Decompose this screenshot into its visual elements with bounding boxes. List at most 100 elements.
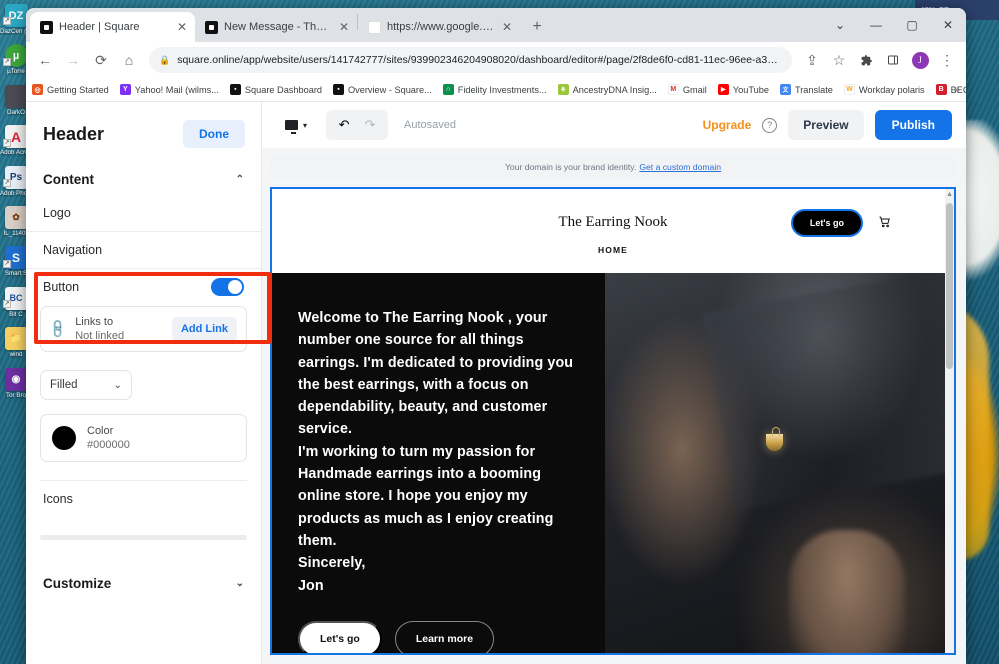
new-tab-button[interactable]: +: [524, 14, 550, 40]
color-picker-card[interactable]: Color #000000: [40, 414, 247, 462]
veil-overlay: [701, 273, 954, 511]
undo-redo-group: ↶ ↷: [326, 110, 389, 140]
shortcut-arrow-icon: ↗: [3, 57, 11, 66]
tab-search-chevron-icon[interactable]: ⌄: [822, 10, 858, 40]
bookmark-item[interactable]: ▪ Overview - Square...: [333, 84, 432, 95]
bookmark-star-icon[interactable]: ☆: [826, 47, 852, 73]
close-tab-icon[interactable]: ✕: [339, 21, 349, 33]
close-window-button[interactable]: ✕: [930, 10, 966, 40]
domain-promo-banner: Your domain is your brand identity. Get …: [270, 156, 956, 178]
hero-primary-button[interactable]: Let's go: [298, 620, 382, 653]
hero-secondary-button[interactable]: Learn more: [394, 620, 495, 653]
panel-scroll-track[interactable]: [40, 535, 247, 540]
becu-icon: B: [935, 84, 947, 95]
content-section-header[interactable]: Content ⌃: [26, 162, 261, 195]
preview-button[interactable]: Preview: [788, 110, 864, 140]
link-card-value: Not linked: [75, 330, 125, 342]
publish-button[interactable]: Publish: [874, 110, 952, 140]
minimize-button[interactable]: —: [858, 10, 894, 40]
browser-tab-active[interactable]: Header | Square ✕: [30, 12, 195, 42]
panel-row-icons[interactable]: Icons: [26, 481, 261, 517]
header-cta-button[interactable]: Let's go: [790, 209, 863, 237]
bookmark-label: YouTube: [732, 84, 769, 95]
bookmark-item[interactable]: W Workday polaris: [843, 84, 925, 95]
customize-section-header[interactable]: Customize ⌄: [26, 566, 261, 599]
hero-image: [605, 273, 954, 653]
bookmark-item[interactable]: ◎ Getting Started: [32, 84, 109, 95]
bookmark-item[interactable]: B BECU: The Not-For-...: [935, 84, 966, 95]
bookmark-item[interactable]: Y Yahoo! Mail (wilms...: [119, 84, 219, 95]
browser-tab[interactable]: New Message - The Seller Comm ✕: [195, 12, 357, 42]
upgrade-link[interactable]: Upgrade: [703, 118, 752, 132]
bookmark-item[interactable]: ⚘ AncestryDNA Insig...: [557, 84, 657, 95]
bookmark-item[interactable]: 文 Translate: [779, 84, 833, 95]
chrome-menu-icon[interactable]: ⋮: [934, 47, 960, 73]
bookmark-label: Workday polaris: [858, 84, 925, 95]
address-bar[interactable]: 🔒 square.online/app/website/users/141742…: [149, 47, 792, 73]
forward-button[interactable]: →: [60, 47, 86, 73]
bookmark-label: Square Dashboard: [244, 84, 322, 95]
share-icon[interactable]: ⇪: [799, 47, 825, 73]
getting-started-icon: ◎: [32, 84, 43, 95]
hero-block: Welcome to The Earring Nook , your numbe…: [272, 273, 954, 653]
bookmark-item[interactable]: ▶ YouTube: [717, 84, 769, 95]
chevron-down-icon: ⌄: [235, 578, 244, 589]
help-icon[interactable]: ?: [762, 117, 778, 133]
get-custom-domain-link[interactable]: Get a custom domain: [639, 162, 721, 172]
profile-avatar[interactable]: J: [907, 47, 933, 73]
button-style-select[interactable]: Filled ⌄: [40, 370, 132, 400]
shortcut-arrow-icon: ↗: [3, 179, 11, 188]
maximize-button[interactable]: ▢: [894, 10, 930, 40]
bookmark-item[interactable]: ∩ Fidelity Investments...: [442, 84, 547, 95]
home-button[interactable]: ⌂: [116, 47, 142, 73]
device-preview-selector[interactable]: ▾: [276, 113, 317, 137]
button-row-label: Button: [43, 280, 80, 294]
chevron-down-icon: ▾: [303, 120, 308, 130]
editor-canvas: Your domain is your brand identity. Get …: [262, 148, 966, 664]
square-favicon-icon: [205, 20, 218, 34]
site-header-block[interactable]: The Earring Nook HOME Let's go: [272, 189, 954, 273]
link-icon: 🔗: [46, 317, 69, 340]
link-card-title: Links to: [75, 316, 114, 328]
side-panel-icon[interactable]: [880, 47, 906, 73]
redo-button[interactable]: ↷: [358, 114, 382, 136]
preview-scrollbar[interactable]: ▲: [945, 189, 954, 653]
site-nav-home[interactable]: HOME: [598, 245, 628, 255]
back-button[interactable]: ←: [32, 47, 58, 73]
close-tab-icon[interactable]: ✕: [177, 21, 187, 33]
ancestrydna-icon: ⚘: [557, 84, 569, 95]
square-editor-app: Header Done Content ⌃ Logo Navigation Bu…: [26, 102, 966, 664]
reload-button[interactable]: ⟳: [88, 47, 114, 73]
done-button[interactable]: Done: [183, 120, 245, 148]
panel-row-navigation[interactable]: Navigation: [26, 232, 261, 269]
add-link-button[interactable]: Add Link: [171, 317, 237, 341]
chevron-up-icon: ⌃: [235, 174, 244, 185]
panel-row-button: Button: [26, 269, 261, 302]
editor-toolbar-right: Upgrade ? Preview Publish: [703, 110, 952, 140]
tab-title: Header | Square: [59, 21, 140, 33]
panel-row-logo[interactable]: Logo: [26, 195, 261, 232]
bookmarks-bar: ◎ Getting Started Y Yahoo! Mail (wilms..…: [26, 78, 966, 102]
bookmark-item[interactable]: ▪ Square Dashboard: [229, 84, 322, 95]
extensions-puzzle-icon[interactable]: [853, 47, 879, 73]
tor-browser-icon: ◉: [4, 367, 28, 391]
bookmarks-overflow-icon[interactable]: »: [954, 84, 960, 96]
link-card-text: Links to Not linked: [75, 315, 163, 343]
bookmark-label: Fidelity Investments...: [457, 84, 547, 95]
preview-scrollbar-thumb[interactable]: [946, 203, 953, 369]
undo-button[interactable]: ↶: [332, 114, 356, 136]
button-visibility-toggle[interactable]: [211, 278, 244, 296]
shortcut-arrow-icon: ↗: [3, 300, 11, 309]
shopping-cart-icon[interactable]: [877, 214, 892, 233]
browser-tab[interactable]: G https://www.google.com/search? ✕: [358, 12, 520, 42]
scroll-up-arrow-icon[interactable]: ▲: [946, 191, 953, 198]
bookmark-item[interactable]: M Gmail: [667, 84, 707, 95]
address-bar-url: square.online/app/website/users/14174277…: [177, 54, 782, 66]
square-favicon-icon: [40, 20, 53, 34]
workday-icon: W: [843, 84, 855, 95]
tab-title: https://www.google.com/search?: [387, 21, 496, 33]
close-tab-icon[interactable]: ✕: [502, 21, 512, 33]
chrome-browser-window: Header | Square ✕ New Message - The Sell…: [26, 8, 966, 664]
tab-strip: Header | Square ✕ New Message - The Sell…: [26, 8, 966, 42]
editor-main: ▾ ↶ ↷ Autosaved Upgrade ? Preview Publis…: [262, 102, 966, 664]
